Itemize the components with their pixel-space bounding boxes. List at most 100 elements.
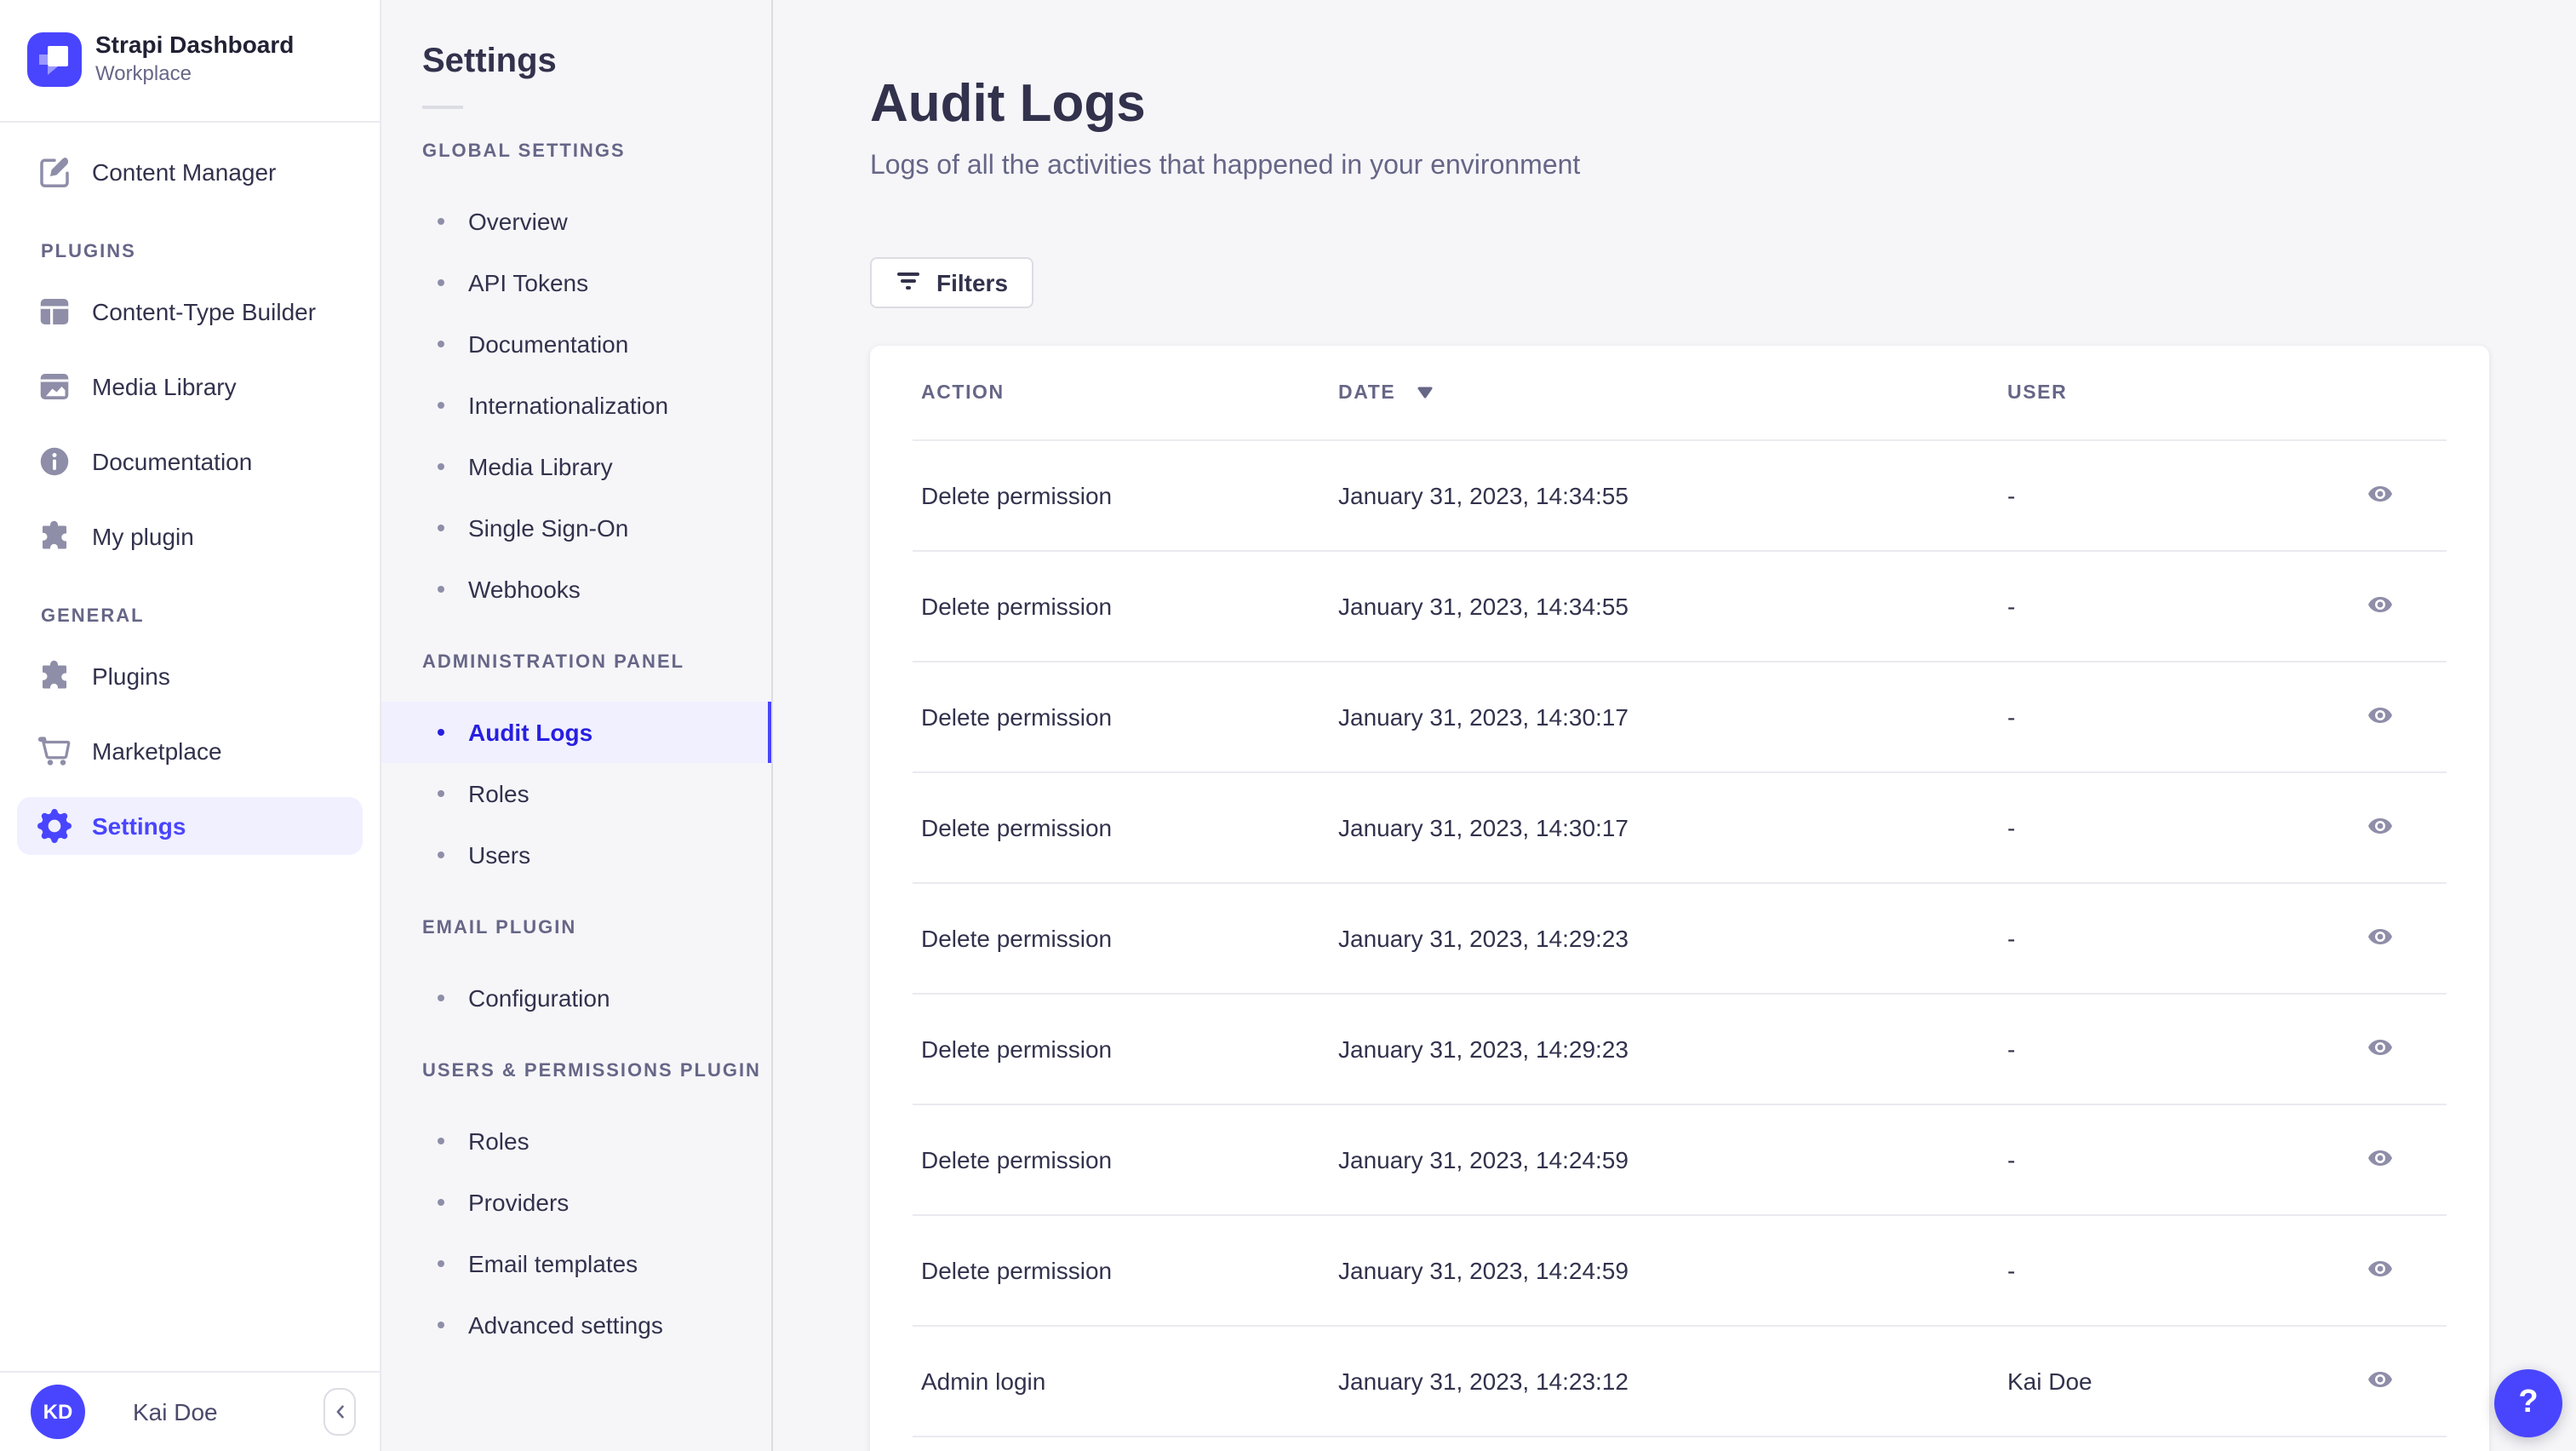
subnav-item-email-templates[interactable]: Email templates bbox=[381, 1233, 771, 1294]
subnav-item-label: Overview bbox=[468, 208, 568, 235]
action-cell: Delete permission bbox=[921, 925, 1113, 952]
sidebar-item-label: My plugin bbox=[92, 523, 194, 550]
column-header-date[interactable]: DATE bbox=[1338, 382, 2007, 403]
subnav-item-providers[interactable]: Providers bbox=[381, 1172, 771, 1233]
table-row[interactable]: Admin login January 31, 2023, 14:23:12 K… bbox=[913, 1327, 2447, 1437]
subnav-item-documentation[interactable]: Documentation bbox=[381, 313, 771, 375]
sidebar-item-settings[interactable]: Settings bbox=[17, 797, 363, 855]
user-cell: - bbox=[2007, 1257, 2016, 1284]
subnav-item-label: Roles bbox=[468, 780, 530, 807]
subnav-item-label: Users bbox=[468, 841, 531, 869]
subnav-item-internationalization[interactable]: Internationalization bbox=[381, 375, 771, 436]
subnav-item-label: Internationalization bbox=[468, 392, 669, 419]
subnav-item-label: Single Sign-On bbox=[468, 514, 629, 542]
view-log-button[interactable] bbox=[2353, 579, 2407, 634]
sidebar-item-my-plugin[interactable]: My plugin bbox=[17, 508, 363, 565]
subnav-item-overview[interactable]: Overview bbox=[381, 191, 771, 252]
chevron-left-icon bbox=[331, 1399, 348, 1425]
sidebar-item-marketplace[interactable]: Marketplace bbox=[17, 722, 363, 780]
brand-subtitle: Workplace bbox=[95, 61, 192, 85]
view-log-button[interactable] bbox=[2353, 911, 2407, 966]
page-subtitle: Logs of all the activities that happened… bbox=[870, 152, 1581, 181]
workplace-switcher[interactable]: Strapi Dashboard Workplace bbox=[0, 0, 380, 121]
subnav-item-media-library[interactable]: Media Library bbox=[381, 436, 771, 497]
caret-down-icon bbox=[1416, 387, 1433, 399]
date-cell: January 31, 2023, 14:30:17 bbox=[1338, 814, 1629, 841]
sidebar-item-plugins[interactable]: Plugins bbox=[17, 647, 363, 705]
subnav-item-label: Webhooks bbox=[468, 576, 581, 603]
user-cell: - bbox=[2007, 703, 2016, 731]
page-title: Audit Logs bbox=[870, 73, 1146, 133]
view-log-button[interactable] bbox=[2353, 468, 2407, 523]
view-log-button[interactable] bbox=[2353, 1243, 2407, 1298]
date-cell: January 31, 2023, 14:29:23 bbox=[1338, 925, 1629, 952]
action-cell: Delete permission bbox=[921, 1257, 1113, 1284]
user-cell: - bbox=[2007, 814, 2016, 841]
table-row[interactable]: Delete permission January 31, 2023, 14:3… bbox=[913, 552, 2447, 662]
subnav-section-title: EMAIL PLUGIN bbox=[422, 918, 577, 938]
user-avatar: KD bbox=[31, 1385, 85, 1439]
table-row[interactable]: Delete permission January 31, 2023, 14:2… bbox=[913, 995, 2447, 1105]
gear-icon bbox=[37, 809, 72, 843]
table-row[interactable]: Delete permission January 31, 2023, 14:3… bbox=[913, 441, 2447, 552]
subnav-item-roles[interactable]: Roles bbox=[381, 763, 771, 824]
brand-title: Strapi Dashboard bbox=[95, 31, 295, 58]
action-cell: Delete permission bbox=[921, 1035, 1113, 1063]
subnav-item-label: Email templates bbox=[468, 1250, 638, 1277]
eye-icon bbox=[2367, 479, 2394, 512]
view-log-button[interactable] bbox=[2353, 1354, 2407, 1408]
column-header-action: ACTION bbox=[921, 382, 1005, 403]
sidebar-item-content-manager[interactable]: Content Manager bbox=[17, 143, 363, 201]
view-log-button[interactable] bbox=[2353, 1022, 2407, 1076]
subnav-item-advanced-settings[interactable]: Advanced settings bbox=[381, 1294, 771, 1356]
subnav-section-administration-panel: ADMINISTRATION PANEL Audit Logs Roles Us… bbox=[381, 652, 771, 886]
subnav-item-users[interactable]: Users bbox=[381, 824, 771, 886]
date-cell: January 31, 2023, 14:34:55 bbox=[1338, 482, 1629, 509]
sidebar-item-media-library[interactable]: Media Library bbox=[17, 358, 363, 416]
subnav-section-global-settings: GLOBAL SETTINGS Overview API Tokens Docu… bbox=[381, 141, 771, 620]
subnav-item-up-roles[interactable]: Roles bbox=[381, 1110, 771, 1172]
sidebar-item-content-type-builder[interactable]: Content-Type Builder bbox=[17, 283, 363, 341]
view-log-button[interactable] bbox=[2353, 800, 2407, 855]
help-button[interactable]: ? bbox=[2494, 1369, 2562, 1437]
table-header-row: ACTION DATE USER bbox=[913, 346, 2447, 441]
subnav-item-label: Audit Logs bbox=[468, 719, 593, 746]
user-cell: - bbox=[2007, 1035, 2016, 1063]
table-row[interactable]: Delete permission January 31, 2023, 14:2… bbox=[913, 1105, 2447, 1216]
view-log-button[interactable] bbox=[2353, 1133, 2407, 1187]
date-cell: January 31, 2023, 14:29:23 bbox=[1338, 1035, 1629, 1063]
table-row[interactable]: Delete permission January 31, 2023, 14:2… bbox=[913, 884, 2447, 995]
user-cell: - bbox=[2007, 593, 2016, 620]
user-cell: - bbox=[2007, 925, 2016, 952]
table-row[interactable]: Delete permission January 31, 2023, 14:3… bbox=[913, 662, 2447, 773]
subnav-section-email-plugin: EMAIL PLUGIN Configuration bbox=[381, 918, 771, 1029]
main-sidebar: Strapi Dashboard Workplace Content Manag… bbox=[0, 0, 381, 1451]
subnav-item-label: Media Library bbox=[468, 453, 613, 480]
subnav-item-webhooks[interactable]: Webhooks bbox=[381, 559, 771, 620]
action-cell: Delete permission bbox=[921, 482, 1113, 509]
subnav-item-configuration[interactable]: Configuration bbox=[381, 967, 771, 1029]
eye-icon bbox=[2367, 812, 2394, 844]
puzzle-icon bbox=[37, 519, 72, 553]
subnav-item-single-sign-on[interactable]: Single Sign-On bbox=[381, 497, 771, 559]
filter-icon bbox=[896, 267, 923, 299]
collapse-sidebar-button[interactable] bbox=[323, 1388, 356, 1436]
user-cell: - bbox=[2007, 482, 2016, 509]
subnav-item-label: Advanced settings bbox=[468, 1311, 663, 1339]
filters-button[interactable]: Filters bbox=[870, 257, 1034, 308]
main-content: Audit Logs Logs of all the activities th… bbox=[773, 0, 2576, 1451]
view-log-button[interactable] bbox=[2353, 690, 2407, 744]
divider bbox=[422, 106, 463, 109]
subnav-item-api-tokens[interactable]: API Tokens bbox=[381, 252, 771, 313]
table-row[interactable]: Delete permission January 31, 2023, 14:2… bbox=[913, 1216, 2447, 1327]
subnav-item-audit-logs[interactable]: Audit Logs bbox=[381, 702, 771, 763]
sidebar-item-documentation[interactable]: Documentation bbox=[17, 433, 363, 490]
date-cell: January 31, 2023, 14:24:59 bbox=[1338, 1146, 1629, 1173]
sidebar-item-label: Marketplace bbox=[92, 737, 222, 765]
audit-logs-table: ACTION DATE USER Delete permission Janua… bbox=[870, 346, 2489, 1451]
eye-icon bbox=[2367, 590, 2394, 622]
subnav-item-label: Roles bbox=[468, 1127, 530, 1155]
puzzle-icon bbox=[37, 659, 72, 693]
table-row[interactable]: Delete permission January 31, 2023, 14:3… bbox=[913, 773, 2447, 884]
eye-icon bbox=[2367, 922, 2394, 955]
